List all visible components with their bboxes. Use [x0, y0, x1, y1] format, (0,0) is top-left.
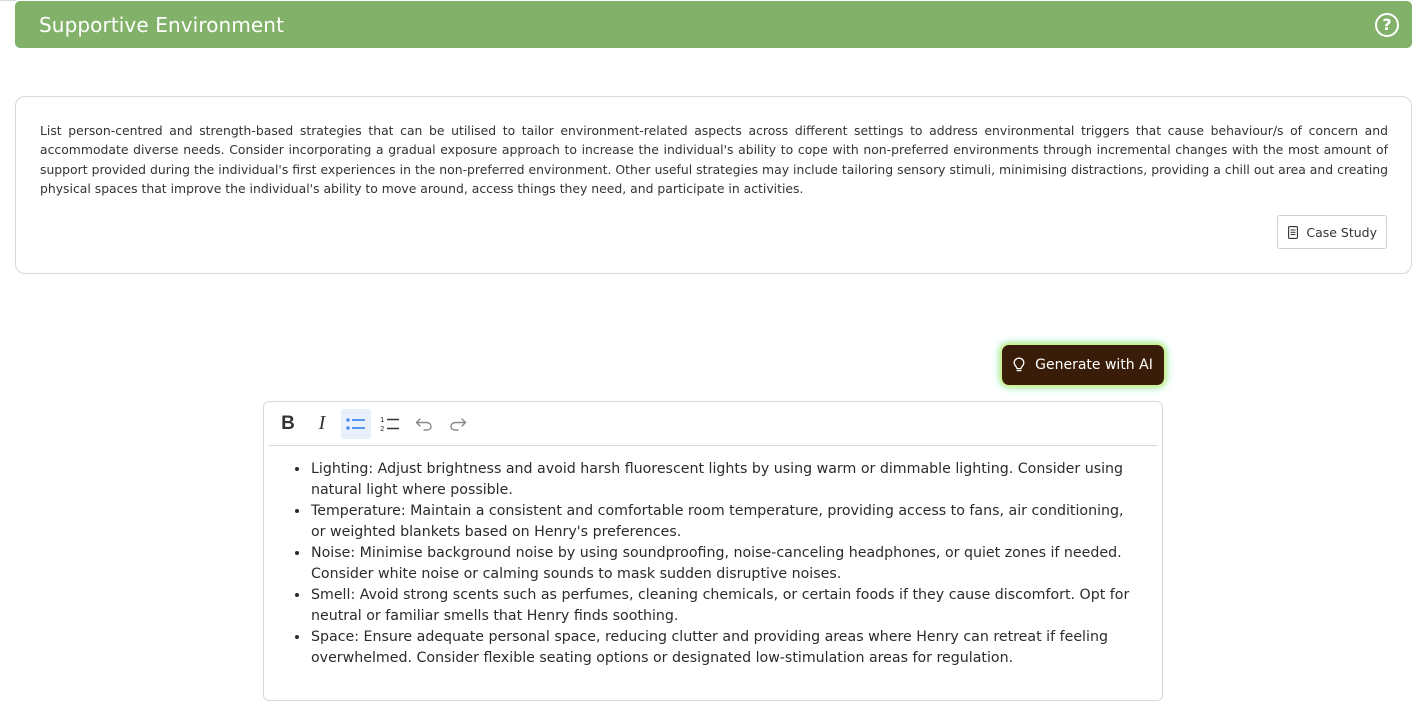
generate-with-ai-button[interactable]: Generate with AI — [1002, 345, 1164, 385]
list-item: Temperature: Maintain a consistent and c… — [310, 501, 1140, 543]
rich-text-editor[interactable]: B I 1 2 • Lighting: Adjust brightness an… — [263, 401, 1163, 701]
redo-icon — [450, 417, 467, 431]
editor-content[interactable]: Lighting: Adjust brightness and avoid ha… — [264, 446, 1162, 669]
strategy-list: Lighting: Adjust brightness and avoid ha… — [310, 459, 1140, 669]
section-header: Supportive Environment ? — [15, 1, 1412, 48]
bullet-list-icon — [346, 417, 365, 430]
list-item: Noise: Minimise background noise by usin… — [310, 543, 1140, 585]
redo-button[interactable] — [443, 409, 473, 439]
instructions-text: List person-centred and strength-based s… — [40, 123, 1388, 197]
editor-toolbar: B I 1 2 — [269, 402, 1157, 446]
case-study-label: Case Study — [1306, 224, 1377, 240]
list-item: Lighting: Adjust brightness and avoid ha… — [310, 459, 1140, 501]
page-top-divider — [0, 0, 16, 1]
undo-button[interactable] — [409, 409, 439, 439]
instructions-card: List person-centred and strength-based s… — [15, 96, 1412, 274]
svg-text:1: 1 — [380, 416, 384, 424]
list-item: Space: Ensure adequate personal space, r… — [310, 627, 1140, 669]
bullet-list-button[interactable] — [341, 408, 371, 439]
ordered-list-button[interactable]: 1 2 — [375, 409, 405, 439]
document-icon — [1288, 225, 1299, 239]
undo-icon — [415, 417, 432, 431]
section-title: Supportive Environment — [39, 12, 285, 37]
bold-button[interactable]: B — [273, 409, 303, 439]
italic-button[interactable]: I — [307, 409, 337, 439]
help-circle-icon[interactable]: ? — [1375, 12, 1399, 37]
lightbulb-icon — [1013, 357, 1025, 372]
case-study-button[interactable]: Case Study — [1277, 215, 1387, 249]
svg-text:2: 2 — [380, 425, 384, 433]
list-item: Smell: Avoid strong scents such as perfu… — [310, 585, 1140, 627]
generate-with-ai-label: Generate with AI — [1035, 357, 1153, 373]
ordered-list-icon: 1 2 — [380, 416, 399, 433]
